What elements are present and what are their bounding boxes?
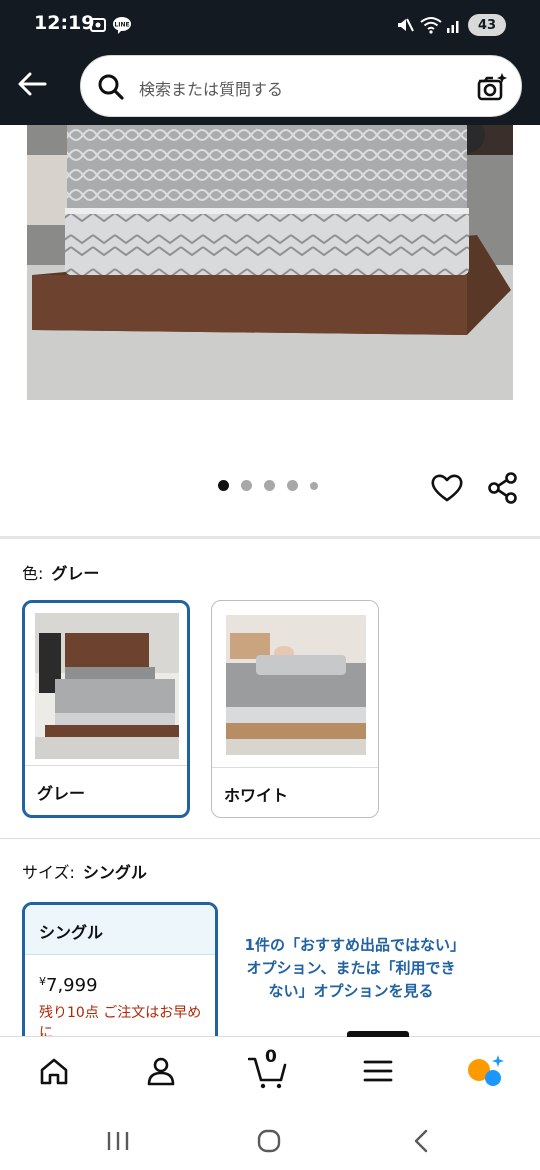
carousel-dot[interactable] [241,480,252,491]
home-system-button[interactable] [254,1126,284,1156]
home-icon [40,1058,68,1085]
size-selected-value: シングル [82,863,147,882]
color-label: 色: [22,564,44,583]
share-icon [488,472,517,504]
search-bar[interactable]: 検索または質問する [80,55,522,117]
camera-search-icon[interactable] [475,71,507,107]
nav-cart[interactable]: 0 [248,1047,288,1091]
system-back-button[interactable] [406,1126,436,1156]
carousel-dots [218,480,318,491]
recent-apps-button[interactable] [103,1126,133,1156]
system-nav-bar [0,1106,540,1170]
color-selected-value: グレー [51,564,100,583]
currency-symbol: ¥ [39,975,46,988]
nav-account[interactable] [141,1051,181,1091]
carousel-dot[interactable] [287,480,298,491]
carousel-dot[interactable] [264,480,275,491]
app-header: 12:19 LINE 43 検索または質問する [0,0,540,125]
nav-home[interactable] [34,1051,74,1091]
color-swatch-image [35,613,179,759]
other-offers-link[interactable]: 1件の「おすすめ出品ではない」オプション、または「利用できない」オプションを見る [244,934,458,1003]
signal-icon [446,14,462,36]
color-swatch-name: ホワイト [212,767,378,817]
wishlist-button[interactable] [430,471,464,505]
cart-count: 0 [265,1047,277,1067]
product-image[interactable] [27,125,513,400]
price-value: 7,999 [46,975,98,996]
color-swatch-white[interactable]: ホワイト [211,600,379,818]
size-option-label: サイズ: シングル [22,859,147,883]
home-circle-icon [257,1129,281,1153]
nav-menu[interactable] [358,1051,398,1091]
chevron-left-icon [414,1129,428,1153]
status-time: 12:19 [34,12,95,34]
size-card-title: シングル [25,905,215,955]
color-swatch-gray[interactable]: グレー [22,600,190,818]
rufus-icon [468,1055,504,1086]
carousel-dot[interactable] [310,481,318,490]
wifi-icon [420,14,442,36]
carousel-dot[interactable] [218,480,229,491]
recent-apps-icon [107,1132,129,1150]
active-tab-indicator [347,1031,409,1037]
section-divider [0,536,540,539]
bottom-nav: 0 [0,1031,540,1106]
section-divider [0,838,540,839]
share-button[interactable] [486,471,520,505]
back-button[interactable] [14,66,50,102]
heart-icon [431,474,463,502]
screenshot-icon [88,14,108,36]
color-swatch-image [226,615,366,755]
status-bar: 12:19 LINE 43 [0,0,540,50]
color-option-label: 色: グレー [22,560,99,584]
color-swatch-name: グレー [25,765,187,815]
search-icon [97,73,125,105]
nav-rufus[interactable] [466,1051,506,1091]
mute-icon [396,14,414,36]
line-icon: LINE [112,14,132,36]
menu-icon [363,1060,393,1082]
arrow-left-icon [18,72,47,96]
account-icon [147,1057,175,1086]
battery-indicator: 43 [468,14,506,36]
size-card-price: ¥7,999 [39,975,98,996]
svg-text:LINE: LINE [114,22,129,29]
size-label: サイズ: [22,863,75,882]
search-placeholder: 検索または質問する [139,80,284,99]
